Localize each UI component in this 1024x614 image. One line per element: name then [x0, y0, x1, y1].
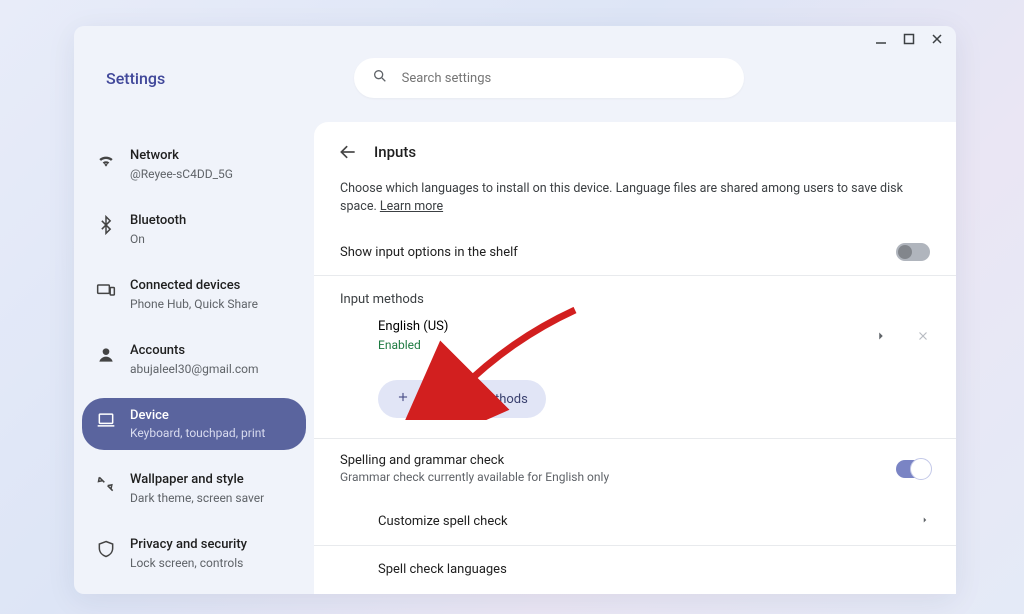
back-arrow-icon[interactable] — [338, 142, 358, 162]
input-method-status: Enabled — [378, 338, 448, 352]
sidebar-item-bluetooth[interactable]: Bluetooth On — [82, 203, 306, 256]
search-field[interactable] — [354, 58, 744, 98]
sidebar-item-wallpaper-and-style[interactable]: Wallpaper and style Dark theme, screen sa… — [82, 462, 306, 515]
minimize-button[interactable] — [874, 32, 888, 46]
show-input-options-label: Show input options in the shelf — [340, 245, 518, 260]
input-method-name: English (US) — [378, 319, 448, 334]
show-input-options-toggle[interactable] — [896, 243, 930, 261]
page-description: Choose which languages to install on thi… — [314, 180, 956, 229]
devices-icon — [96, 280, 116, 300]
sidebar-item-title: Bluetooth — [130, 213, 186, 230]
chevron-right-icon[interactable] — [874, 329, 888, 343]
spelling-toggle[interactable] — [896, 460, 930, 478]
sidebar-item-privacy-and-security[interactable]: Privacy and security Lock screen, control… — [82, 527, 306, 580]
wifi-icon — [96, 150, 116, 170]
close-button[interactable] — [930, 32, 944, 46]
bluetooth-icon — [96, 215, 116, 235]
main-panel: Inputs Choose which languages to install… — [314, 122, 956, 594]
show-input-options-row: Show input options in the shelf — [314, 229, 956, 275]
sidebar-item-apps[interactable]: AppsNotifications, Google Play — [82, 592, 306, 594]
sidebar: Network @Reyee-sC4DD_5G Bluetooth On Connect… — [74, 122, 314, 594]
sidebar-item-accounts[interactable]: Accounts abujaleel30@gmail.com — [82, 333, 306, 386]
sidebar-item-device[interactable]: DeviceKeyboard, touchpad, print — [82, 398, 306, 451]
shield-icon — [96, 539, 116, 559]
app-title: Settings — [106, 69, 165, 88]
input-method-row[interactable]: English (US) Enabled — [314, 309, 956, 362]
window-titlebar — [74, 26, 956, 52]
chevron-right-icon — [920, 514, 930, 529]
spell-check-languages-row[interactable]: Spell check languages — [314, 546, 956, 593]
laptop-icon — [96, 410, 116, 430]
sidebar-item-title: Network — [130, 148, 233, 165]
sidebar-item-subtitle: On — [130, 232, 186, 246]
content: Network @Reyee-sC4DD_5G Bluetooth On Connect… — [74, 122, 956, 594]
customize-spell-check-label: Customize spell check — [378, 514, 508, 529]
spelling-row: Spelling and grammar check Grammar check… — [314, 439, 956, 498]
sidebar-item-subtitle: Lock screen, controls — [130, 556, 247, 570]
sidebar-item-title: Accounts — [130, 343, 259, 360]
sidebar-item-connected-devices[interactable]: Connected devices Phone Hub, Quick Share — [82, 268, 306, 321]
add-input-methods-label: Add input methods — [418, 392, 528, 407]
settings-window: Settings Network @Reyee-sC4DD_5G Bluetooth… — [74, 26, 956, 594]
sidebar-item-title: Wallpaper and style — [130, 472, 264, 489]
app-header: Settings — [74, 52, 956, 122]
sidebar-item-subtitle: abujaleel30@gmail.com — [130, 362, 259, 376]
sidebar-item-title: Connected devices — [130, 278, 258, 295]
account-icon — [96, 345, 116, 365]
search-icon — [372, 68, 388, 88]
plus-icon — [396, 390, 410, 408]
page-title: Inputs — [374, 143, 416, 161]
spelling-title: Spelling and grammar check — [340, 453, 609, 468]
spell-check-languages-label: Spell check languages — [378, 562, 507, 577]
input-methods-label: Input methods — [314, 276, 956, 309]
learn-more-link[interactable]: Learn more — [380, 199, 443, 214]
sidebar-item-title: Privacy and security — [130, 537, 247, 554]
sidebar-item-subtitle: @Reyee-sC4DD_5G — [130, 167, 233, 181]
sidebar-item-subtitle: Keyboard, touchpad, print — [130, 426, 265, 440]
sidebar-item-subtitle: Phone Hub, Quick Share — [130, 297, 258, 311]
search-input[interactable] — [402, 71, 726, 86]
remove-method-icon[interactable] — [916, 329, 930, 343]
maximize-button[interactable] — [902, 32, 916, 46]
palette-icon — [96, 474, 116, 494]
sidebar-item-title: Device — [130, 408, 265, 425]
main-header: Inputs — [314, 122, 956, 180]
customize-spell-check-row[interactable]: Customize spell check — [314, 498, 956, 545]
sidebar-item-subtitle: Dark theme, screen saver — [130, 491, 264, 505]
add-input-methods-button[interactable]: Add input methods — [378, 380, 546, 418]
spelling-subtitle: Grammar check currently available for En… — [340, 470, 609, 484]
sidebar-item-network[interactable]: Network @Reyee-sC4DD_5G — [82, 138, 306, 191]
